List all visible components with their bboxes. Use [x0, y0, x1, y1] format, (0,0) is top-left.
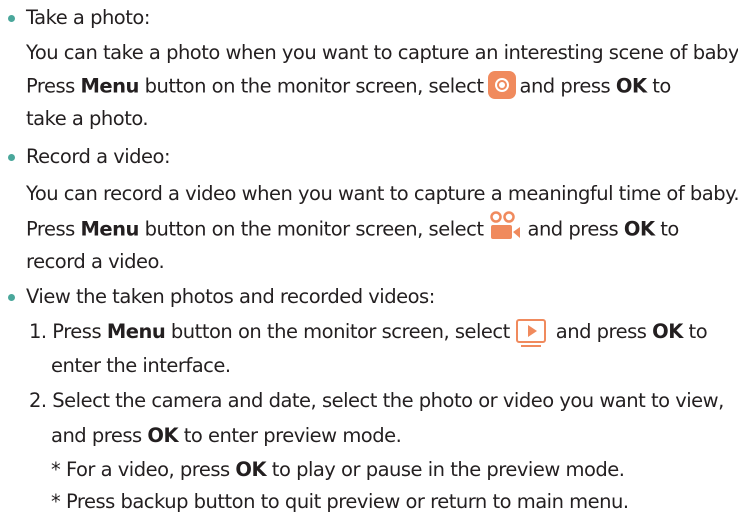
bullet-dot	[8, 154, 15, 161]
video-instruction-end: record a video.	[26, 250, 165, 273]
video-description: You can record a video when you want to …	[26, 182, 738, 205]
manual-page: Take a photo: You can take a photo when …	[0, 0, 738, 514]
view-step-1: 1. Press Menu button on the monitor scre…	[29, 318, 708, 347]
bullet-dot	[8, 294, 15, 301]
playback-icon	[515, 318, 546, 347]
ok-button-label: OK	[615, 74, 647, 98]
section-heading-photo: Take a photo:	[26, 6, 150, 29]
camera-photo-icon	[487, 71, 516, 99]
video-record-icon	[488, 211, 522, 241]
photo-instruction-end: take a photo.	[26, 107, 149, 130]
note-video-playback: * For a video, press OK to play or pause…	[51, 458, 625, 481]
photo-instruction: Press Menu button on the monitor screen,…	[26, 71, 671, 101]
ok-button-label: OK	[623, 217, 655, 241]
menu-button-label: Menu	[80, 217, 140, 241]
ok-button-label: OK	[652, 320, 683, 343]
menu-button-label: Menu	[80, 74, 140, 98]
section-heading-video: Record a video:	[26, 145, 171, 168]
bullet-dot	[8, 15, 15, 22]
video-instruction: Press Menu button on the monitor screen,…	[26, 211, 679, 245]
view-step-2: 2. Select the camera and date, select th…	[29, 389, 724, 412]
ok-button-label: OK	[147, 424, 179, 447]
menu-button-label: Menu	[106, 320, 166, 343]
view-step-2-cont: and press OK to enter preview mode.	[51, 424, 402, 447]
ok-button-label: OK	[235, 458, 267, 481]
note-backup-button: * Press backup button to quit preview or…	[51, 490, 629, 513]
photo-description: You can take a photo when you want to ca…	[26, 41, 738, 64]
view-step-1-cont: enter the interface.	[51, 354, 231, 377]
section-heading-view: View the taken photos and recorded video…	[26, 285, 435, 308]
